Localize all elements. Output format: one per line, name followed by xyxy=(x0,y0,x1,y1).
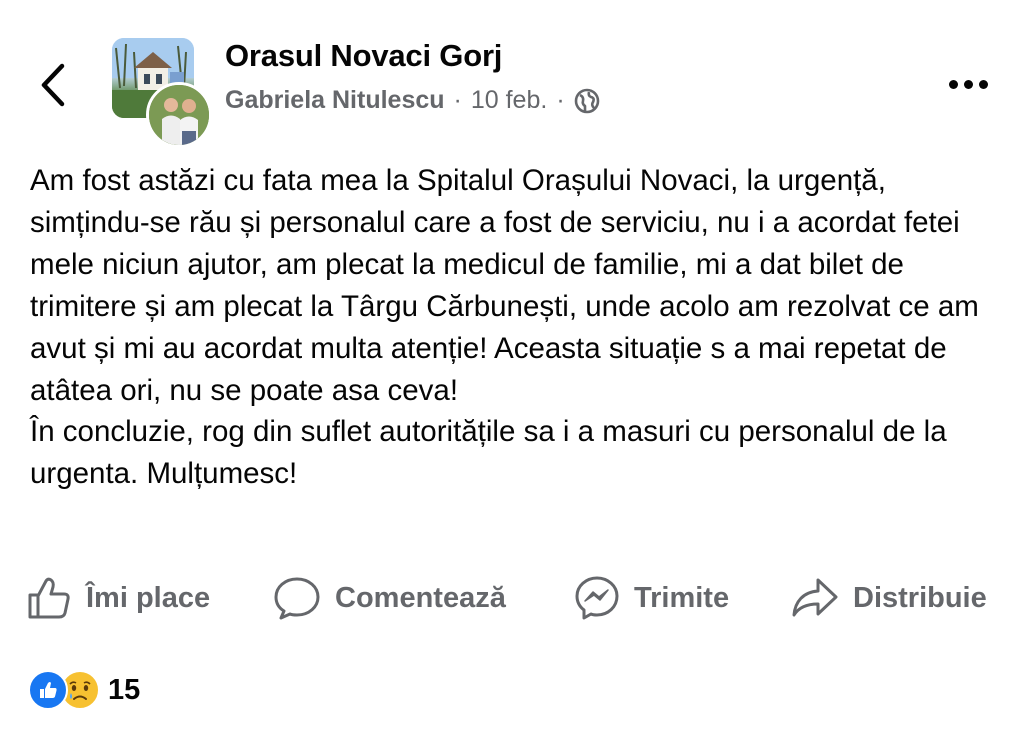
meta-separator: · xyxy=(453,86,462,114)
user-avatar[interactable] xyxy=(146,82,212,148)
meta-separator: · xyxy=(556,86,565,114)
reactions-summary[interactable]: 15 xyxy=(28,669,140,711)
share-label: Distribuie xyxy=(853,581,987,614)
more-options-button[interactable] xyxy=(944,68,992,100)
globe-icon xyxy=(574,88,600,114)
share-button[interactable]: Distribuie xyxy=(791,568,987,628)
share-icon xyxy=(792,578,838,617)
avatar-group[interactable] xyxy=(112,38,212,148)
send-label: Trimite xyxy=(634,581,730,614)
page-name[interactable]: Orasul Novaci Gorj xyxy=(225,38,502,74)
like-button[interactable]: Îmi place xyxy=(26,568,210,628)
comment-button[interactable]: Comentează xyxy=(273,568,506,628)
reaction-count: 15 xyxy=(108,673,141,706)
thumbs-up-icon xyxy=(28,577,70,619)
post-meta: Gabriela Nitulescu · 10 feb. · xyxy=(225,86,600,115)
back-button[interactable] xyxy=(28,58,78,112)
send-button[interactable]: Trimite xyxy=(574,568,729,628)
like-reaction-icon xyxy=(28,670,68,710)
post-paragraph: Am fost astăzi cu fata mea la Spitalul O… xyxy=(30,164,979,407)
like-label: Îmi place xyxy=(86,581,211,614)
comment-label: Comentează xyxy=(335,581,506,614)
chevron-left-icon xyxy=(41,63,65,107)
author-name[interactable]: Gabriela Nitulescu xyxy=(225,86,445,115)
post-paragraph: În concluzie, rog din suflet autoritățil… xyxy=(30,415,947,491)
messenger-icon xyxy=(575,576,619,620)
post-body: Am fost astăzi cu fata mea la Spitalul O… xyxy=(30,160,1005,495)
action-bar: Îmi place Comentează Trimite Distribuie xyxy=(0,568,1024,628)
comment-icon xyxy=(274,577,320,620)
post-date[interactable]: 10 feb. xyxy=(471,86,547,115)
more-horizontal-icon xyxy=(948,79,958,89)
